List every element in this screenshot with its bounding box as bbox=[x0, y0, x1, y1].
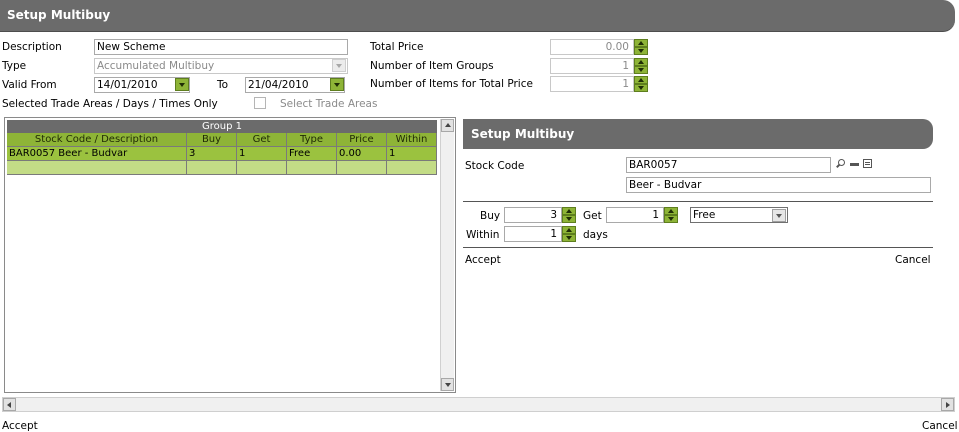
sub-accept-button[interactable]: Accept bbox=[465, 254, 501, 266]
column-header[interactable]: Stock Code / Description bbox=[7, 133, 187, 147]
items-total-label: Number of Items for Total Price bbox=[370, 78, 533, 90]
empty-cell bbox=[337, 161, 387, 175]
subpanel-title-bar: Setup Multibuy bbox=[463, 119, 933, 149]
within-label: Within bbox=[466, 229, 500, 241]
cell-type: Free bbox=[287, 147, 337, 161]
type-dropdown-icon[interactable] bbox=[332, 59, 346, 72]
stock-code-input[interactable]: BAR0057 bbox=[626, 157, 831, 173]
column-header[interactable]: Within bbox=[387, 133, 437, 147]
page-title: Setup Multibuy bbox=[7, 8, 111, 22]
valid-to-calendar-icon[interactable] bbox=[330, 78, 344, 91]
items-total-input[interactable]: 1 bbox=[550, 76, 634, 92]
cell-get: 1 bbox=[237, 147, 287, 161]
within-stepper[interactable] bbox=[562, 226, 576, 242]
type-select[interactable]: Accumulated Multibuy bbox=[94, 58, 348, 74]
trade-areas-label: Selected Trade Areas / Days / Times Only bbox=[2, 98, 218, 110]
table-row[interactable]: BAR0057 Beer - Budvar 3 1 Free 0.00 1 bbox=[7, 147, 437, 161]
get-stepper[interactable] bbox=[664, 207, 678, 223]
group-title: Group 1 bbox=[7, 120, 437, 133]
grid-header-row: Stock Code / Description Buy Get Type Pr… bbox=[7, 133, 437, 147]
within-input[interactable]: 1 bbox=[504, 226, 562, 242]
column-header[interactable]: Price bbox=[337, 133, 387, 147]
empty-cell bbox=[287, 161, 337, 175]
scroll-left-icon[interactable] bbox=[3, 398, 16, 411]
search-icon[interactable] bbox=[835, 159, 845, 169]
stock-description-input[interactable]: Beer - Budvar bbox=[626, 177, 931, 193]
sub-cancel-button[interactable]: Cancel bbox=[895, 254, 931, 266]
cell-within: 1 bbox=[387, 147, 437, 161]
empty-cell bbox=[7, 161, 187, 175]
total-price-stepper[interactable] bbox=[634, 39, 648, 55]
valid-from-label: Valid From bbox=[2, 79, 57, 91]
clear-icon[interactable] bbox=[850, 163, 859, 166]
stock-code-label: Stock Code bbox=[465, 160, 525, 172]
cell-price: 0.00 bbox=[337, 147, 387, 161]
type-dropdown-icon-sub[interactable] bbox=[772, 209, 786, 222]
cell-stock: BAR0057 Beer - Budvar bbox=[7, 147, 187, 161]
cell-buy: 3 bbox=[187, 147, 237, 161]
description-label: Description bbox=[2, 41, 62, 53]
grid-vertical-scrollbar[interactable] bbox=[440, 119, 454, 391]
description-input[interactable]: New Scheme bbox=[94, 39, 348, 55]
subpanel-title: Setup Multibuy bbox=[471, 127, 575, 141]
get-label: Get bbox=[583, 210, 602, 222]
column-header[interactable]: Get bbox=[237, 133, 287, 147]
type-label: Type bbox=[2, 60, 27, 72]
to-label: To bbox=[217, 79, 229, 91]
divider bbox=[463, 201, 933, 202]
item-groups-stepper[interactable] bbox=[634, 58, 648, 74]
column-header[interactable]: Type bbox=[287, 133, 337, 147]
get-input[interactable]: 1 bbox=[606, 207, 664, 223]
scroll-up-icon[interactable] bbox=[441, 119, 454, 132]
list-icon[interactable] bbox=[863, 159, 872, 168]
group-grid: Group 1 Stock Code / Description Buy Get… bbox=[7, 120, 437, 175]
items-total-stepper[interactable] bbox=[634, 76, 648, 92]
horizontal-scrollbar[interactable] bbox=[2, 397, 955, 412]
item-groups-input[interactable]: 1 bbox=[550, 58, 634, 74]
trade-areas-checkbox[interactable] bbox=[254, 97, 266, 109]
total-price-input[interactable]: 0.00 bbox=[550, 39, 634, 55]
column-header[interactable]: Buy bbox=[187, 133, 237, 147]
cancel-button[interactable]: Cancel bbox=[922, 420, 958, 432]
scroll-right-icon[interactable] bbox=[941, 398, 954, 411]
empty-cell bbox=[187, 161, 237, 175]
days-label: days bbox=[583, 229, 608, 241]
select-trade-areas-link[interactable]: Select Trade Areas bbox=[280, 98, 377, 110]
empty-cell bbox=[387, 161, 437, 175]
divider bbox=[463, 247, 933, 248]
title-bar: Setup Multibuy bbox=[0, 0, 955, 32]
group-grid-panel: Group 1 Stock Code / Description Buy Get… bbox=[4, 117, 456, 393]
scroll-down-icon[interactable] bbox=[441, 378, 454, 391]
buy-label: Buy bbox=[480, 210, 501, 222]
item-groups-label: Number of Item Groups bbox=[370, 60, 494, 72]
accept-button[interactable]: Accept bbox=[2, 420, 38, 432]
empty-cell bbox=[237, 161, 287, 175]
valid-from-calendar-icon[interactable] bbox=[175, 78, 189, 91]
buy-input[interactable]: 3 bbox=[504, 207, 562, 223]
total-price-label: Total Price bbox=[370, 41, 424, 53]
buy-stepper[interactable] bbox=[562, 207, 576, 223]
table-row-empty[interactable] bbox=[7, 161, 437, 175]
